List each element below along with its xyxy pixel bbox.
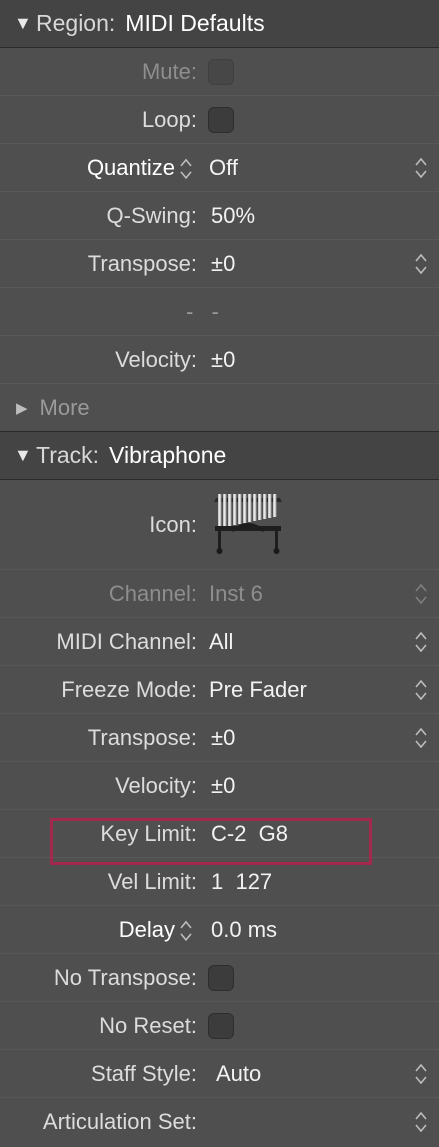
- icon-label: Icon:: [149, 511, 197, 537]
- delay-label-updown-icon[interactable]: [179, 919, 193, 943]
- region-section-header[interactable]: ▼ Region: MIDI Defaults: [0, 0, 439, 48]
- channel-updown-icon[interactable]: [413, 581, 429, 607]
- placeholder-dashes: - -: [186, 298, 225, 324]
- qswing-label: Q-Swing:: [106, 202, 197, 228]
- track-no-transpose-row: No Transpose:: [0, 954, 439, 1002]
- track-no-reset-row: No Reset:: [0, 1002, 439, 1050]
- track-transpose-label: Transpose:: [87, 724, 197, 750]
- no-transpose-label: No Transpose:: [53, 964, 197, 990]
- disclosure-closed-icon[interactable]: ▶: [16, 399, 28, 417]
- track-articulation-row: Articulation Set:: [0, 1098, 439, 1146]
- freeze-mode-updown-icon[interactable]: [413, 677, 429, 703]
- quantize-label-updown-icon[interactable]: [179, 157, 193, 181]
- track-key-limit-row: Key Limit: C-2 G8: [0, 810, 439, 858]
- mute-checkbox[interactable]: [208, 58, 234, 85]
- no-reset-checkbox[interactable]: [208, 1012, 234, 1039]
- loop-label: Loop:: [141, 106, 197, 132]
- track-transpose-updown-icon[interactable]: [413, 725, 429, 751]
- delay-label-text: Delay: [118, 916, 175, 942]
- track-header-label: Track:: [36, 442, 100, 468]
- track-section-header[interactable]: ▼ Track: Vibraphone: [0, 432, 439, 480]
- mute-label: Mute:: [141, 58, 197, 84]
- track-delay-row[interactable]: Delay 0.0 ms: [0, 906, 439, 954]
- region-transpose-updown-icon[interactable]: [413, 251, 429, 277]
- loop-checkbox[interactable]: [208, 106, 234, 133]
- key-limit-label: Key Limit:: [100, 820, 197, 846]
- disclosure-open-icon[interactable]: ▼: [14, 445, 36, 466]
- region-qswing-row: Q-Swing: 50%: [0, 192, 439, 240]
- region-more-row[interactable]: ▶ More: [0, 384, 439, 432]
- inspector-panel: ▼ Region: MIDI Defaults Mute: Loop: Quan…: [0, 0, 439, 1147]
- region-transpose-label: Transpose:: [87, 250, 197, 276]
- region-header-label: Region:: [36, 10, 116, 36]
- delay-label[interactable]: Delay: [119, 916, 193, 942]
- region-velocity-value[interactable]: ±0: [211, 347, 235, 373]
- track-midi-channel-row: MIDI Channel: All: [0, 618, 439, 666]
- region-transpose-value[interactable]: ±0: [211, 251, 235, 277]
- region-transpose-row: Transpose: ±0: [0, 240, 439, 288]
- quantize-label-text: Quantize: [86, 154, 175, 180]
- more-label: More: [39, 394, 90, 420]
- quantize-label[interactable]: Quantize: [87, 154, 193, 180]
- track-transpose-value[interactable]: ±0: [211, 725, 235, 751]
- region-loop-row: Loop:: [0, 96, 439, 144]
- track-velocity-value[interactable]: ±0: [211, 773, 235, 799]
- region-header-value: MIDI Defaults: [125, 10, 265, 36]
- channel-label: Channel:: [108, 580, 197, 606]
- staff-style-value[interactable]: Auto: [216, 1061, 261, 1087]
- articulation-set-label: Articulation Set:: [42, 1109, 197, 1134]
- staff-style-label: Staff Style:: [91, 1060, 197, 1086]
- vel-limit-value[interactable]: 1 127: [211, 869, 272, 895]
- track-header-value: Vibraphone: [109, 442, 227, 468]
- track-vel-limit-row: Vel Limit: 1 127: [0, 858, 439, 906]
- staff-style-updown-icon[interactable]: [413, 1061, 429, 1087]
- freeze-mode-label: Freeze Mode:: [61, 676, 197, 702]
- region-mute-row: Mute:: [0, 48, 439, 96]
- region-velocity-row: Velocity: ±0: [0, 336, 439, 384]
- no-transpose-checkbox[interactable]: [208, 964, 234, 991]
- key-limit-value[interactable]: C-2 G8: [211, 821, 288, 847]
- track-velocity-row: Velocity: ±0: [0, 762, 439, 810]
- qswing-value[interactable]: 50%: [211, 203, 255, 229]
- track-staff-style-row: Staff Style: Auto: [0, 1050, 439, 1098]
- vel-limit-label: Vel Limit:: [107, 868, 197, 894]
- track-velocity-label: Velocity:: [115, 772, 197, 798]
- freeze-mode-value[interactable]: Pre Fader: [209, 677, 307, 703]
- channel-value[interactable]: Inst 6: [209, 581, 263, 607]
- track-icon-row: Icon:: [0, 480, 439, 570]
- articulation-set-updown-icon[interactable]: [413, 1109, 429, 1135]
- delay-value[interactable]: 0.0 ms: [211, 917, 277, 943]
- disclosure-open-icon[interactable]: ▼: [14, 13, 36, 34]
- midi-channel-value[interactable]: All: [209, 629, 233, 655]
- region-velocity-label: Velocity:: [115, 346, 197, 372]
- quantize-value[interactable]: Off: [209, 155, 238, 181]
- vibraphone-icon[interactable]: [212, 488, 284, 556]
- track-freeze-row: Freeze Mode: Pre Fader: [0, 666, 439, 714]
- track-channel-row: Channel: Inst 6: [0, 570, 439, 618]
- track-transpose-row: Transpose: ±0: [0, 714, 439, 762]
- no-reset-label: No Reset:: [99, 1012, 197, 1038]
- midi-channel-updown-icon[interactable]: [413, 629, 429, 655]
- midi-channel-label: MIDI Channel:: [56, 628, 197, 654]
- region-placeholder-row: - -: [0, 288, 439, 336]
- region-quantize-row[interactable]: Quantize Off: [0, 144, 439, 192]
- quantize-updown-icon[interactable]: [413, 155, 429, 181]
